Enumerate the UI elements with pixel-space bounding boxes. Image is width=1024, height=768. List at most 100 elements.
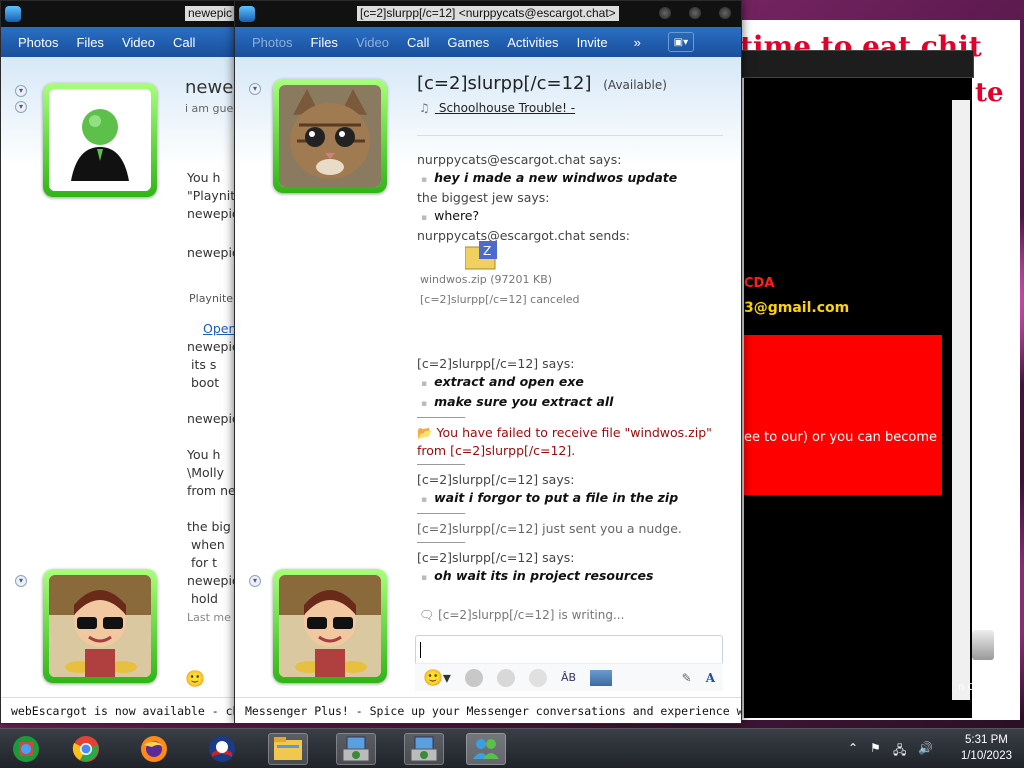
back-line: hold [191, 591, 218, 606]
menu-call[interactable]: Call [398, 35, 438, 50]
menu-games[interactable]: Games [438, 35, 498, 50]
nudge-notice: [c=2]slurpp[/c=12] just sent you a nudge… [417, 521, 682, 536]
file-explorer-icon[interactable] [268, 733, 308, 765]
file-canceled-text: [c=2]slurpp[/c=12] canceled [420, 293, 580, 306]
background-email-text: 3@gmail.com [744, 300, 850, 316]
handwriting-icon[interactable]: ✎ [682, 671, 692, 685]
start-button[interactable] [6, 733, 46, 765]
cartoon-avatar-icon [49, 575, 151, 677]
back-line: newepic [187, 573, 236, 588]
chrome-icon[interactable] [66, 733, 106, 765]
minimize-button[interactable] [659, 7, 671, 19]
back-line: newepic [187, 411, 236, 426]
contact-display-name: [c=2]slurpp[/c=12] [417, 73, 592, 94]
background-cpp-text: n C++ [958, 682, 992, 693]
contact-avatar[interactable] [273, 79, 387, 193]
menu-files[interactable]: Files [301, 35, 346, 50]
network-icon[interactable]: 🖧 [893, 741, 906, 762]
speech-bubble-icon: 🗨 [419, 608, 439, 622]
message-text: make sure you extract all [417, 393, 727, 413]
background-picker-icon[interactable] [590, 669, 613, 686]
menu-more-chevron-icon[interactable]: » [625, 35, 650, 50]
menu-photos[interactable]: Photos [243, 35, 301, 50]
back-window-statusbar[interactable]: webEscargot is now available - chat [1, 697, 235, 723]
my-avatar[interactable] [273, 569, 387, 683]
messenger-taskbar-icon[interactable] [466, 733, 506, 765]
spell-check-icon[interactable]: ÂB [561, 671, 576, 684]
background-scrollbar[interactable] [952, 100, 970, 700]
zip-file-icon[interactable]: Z [464, 241, 497, 271]
messenger-icon [239, 6, 255, 22]
volume-icon[interactable]: 🔊 [918, 741, 933, 755]
front-conversation-window[interactable]: [c=2]slurpp[/c=12] <nurppycats@escargot.… [234, 0, 742, 724]
my-avatar[interactable] [43, 569, 157, 683]
file-failed-line: 📂 You have failed to receive file "windw… [417, 424, 727, 442]
menu-call[interactable]: Call [164, 35, 204, 50]
firefox-icon[interactable] [134, 733, 174, 765]
menu-photos[interactable]: Photos [9, 35, 67, 50]
installer-app-icon-2[interactable] [404, 733, 444, 765]
recycle-bin-icon[interactable] [972, 630, 994, 660]
message-text: oh wait its in project resources [417, 567, 727, 587]
background-red-box [744, 335, 942, 495]
back-window-title: newepic [185, 6, 235, 21]
back-line: boot [191, 375, 220, 390]
file-name[interactable]: windwos.zip (97201 KB) [420, 273, 552, 286]
back-line: Playnite [189, 292, 234, 305]
front-window-statusbar[interactable]: Messenger Plus! - Spice up your Messenge… [235, 697, 741, 723]
wink-icon[interactable] [464, 668, 483, 687]
obama-logo-icon[interactable] [202, 733, 242, 765]
expand-arrow-icon[interactable]: ▾ [15, 101, 27, 113]
back-line: for t [191, 555, 218, 570]
contact-personal-message[interactable]: ♫ Schoolhouse Trouble! - [419, 101, 575, 115]
svg-text:Z: Z [483, 244, 491, 258]
menu-video[interactable]: Video [347, 35, 398, 50]
back-contact-psm: i am gue [185, 102, 234, 115]
installer-app-icon[interactable] [336, 733, 376, 765]
menu-video[interactable]: Video [113, 35, 164, 50]
system-clock[interactable]: 5:31 PM 1/10/2023 [961, 732, 1012, 764]
typing-text: [c=2]slurpp[/c=12] is writing... [438, 608, 625, 622]
action-center-flag-icon[interactable]: ⚑ [870, 741, 881, 755]
back-conversation-window[interactable]: newepic Photos Files Video Call ▾ ▾ newe… [0, 0, 236, 724]
file-error-icon: 📂 [417, 425, 437, 440]
front-window-title: [c=2]slurpp[/c=12] <nurppycats@escargot.… [357, 6, 619, 21]
display-pic-arrow-icon[interactable]: ▾ [15, 575, 27, 587]
menu-invite[interactable]: Invite [568, 35, 617, 50]
personal-message-text[interactable]: Schoolhouse Trouble! - [439, 101, 575, 115]
contact-avatar[interactable] [43, 83, 157, 197]
sender-line: [c=2]slurpp[/c=12] says: [417, 356, 575, 371]
message-text: where? [417, 207, 727, 227]
sender-line: [c=2]slurpp[/c=12] says: [417, 472, 575, 487]
menu-activities[interactable]: Activities [498, 35, 567, 50]
window-menu-button[interactable]: ▣▾ [667, 32, 694, 52]
font-icon[interactable]: A [706, 671, 715, 685]
back-contact-name: newep [185, 77, 235, 98]
close-button[interactable] [719, 7, 731, 19]
front-window-titlebar[interactable]: [c=2]slurpp[/c=12] <nurppycats@escargot.… [235, 1, 741, 27]
default-user-avatar-icon [49, 89, 151, 191]
message-text: hey i made a new windwos update [417, 169, 727, 189]
back-emoticon-icon[interactable]: 🙂 [185, 669, 205, 688]
collapse-arrow-icon[interactable]: ▾ [249, 83, 261, 95]
collapse-arrow-icon[interactable]: ▾ [15, 85, 27, 97]
emoticon-icon[interactable]: 🙂▾ [423, 668, 451, 687]
display-pic-arrow-icon[interactable]: ▾ [249, 575, 261, 587]
show-hidden-icons-chevron-icon[interactable]: ⌃ [848, 741, 858, 755]
input-toolbar: 🙂▾ ÂB ✎ A [415, 663, 723, 691]
menu-files[interactable]: Files [67, 35, 112, 50]
background-red-text: ee to our) or you can become [744, 430, 938, 445]
back-window-titlebar[interactable]: newepic [1, 1, 235, 27]
maximize-button[interactable] [689, 7, 701, 19]
back-line: You h [187, 170, 221, 185]
nudge-icon[interactable] [496, 668, 515, 687]
sender-line: nurppycats@escargot.chat says: [417, 152, 622, 167]
voice-clip-icon[interactable] [528, 668, 547, 687]
back-line: its s [191, 357, 217, 372]
cartoon-avatar-icon [279, 575, 381, 677]
back-line: \Molly [187, 465, 224, 480]
contact-name: [c=2]slurpp[/c=12] (Available) [417, 73, 667, 94]
back-line: "Playnit [187, 188, 236, 203]
back-line: newepic [187, 339, 236, 354]
back-open-link[interactable]: Open [203, 321, 235, 336]
